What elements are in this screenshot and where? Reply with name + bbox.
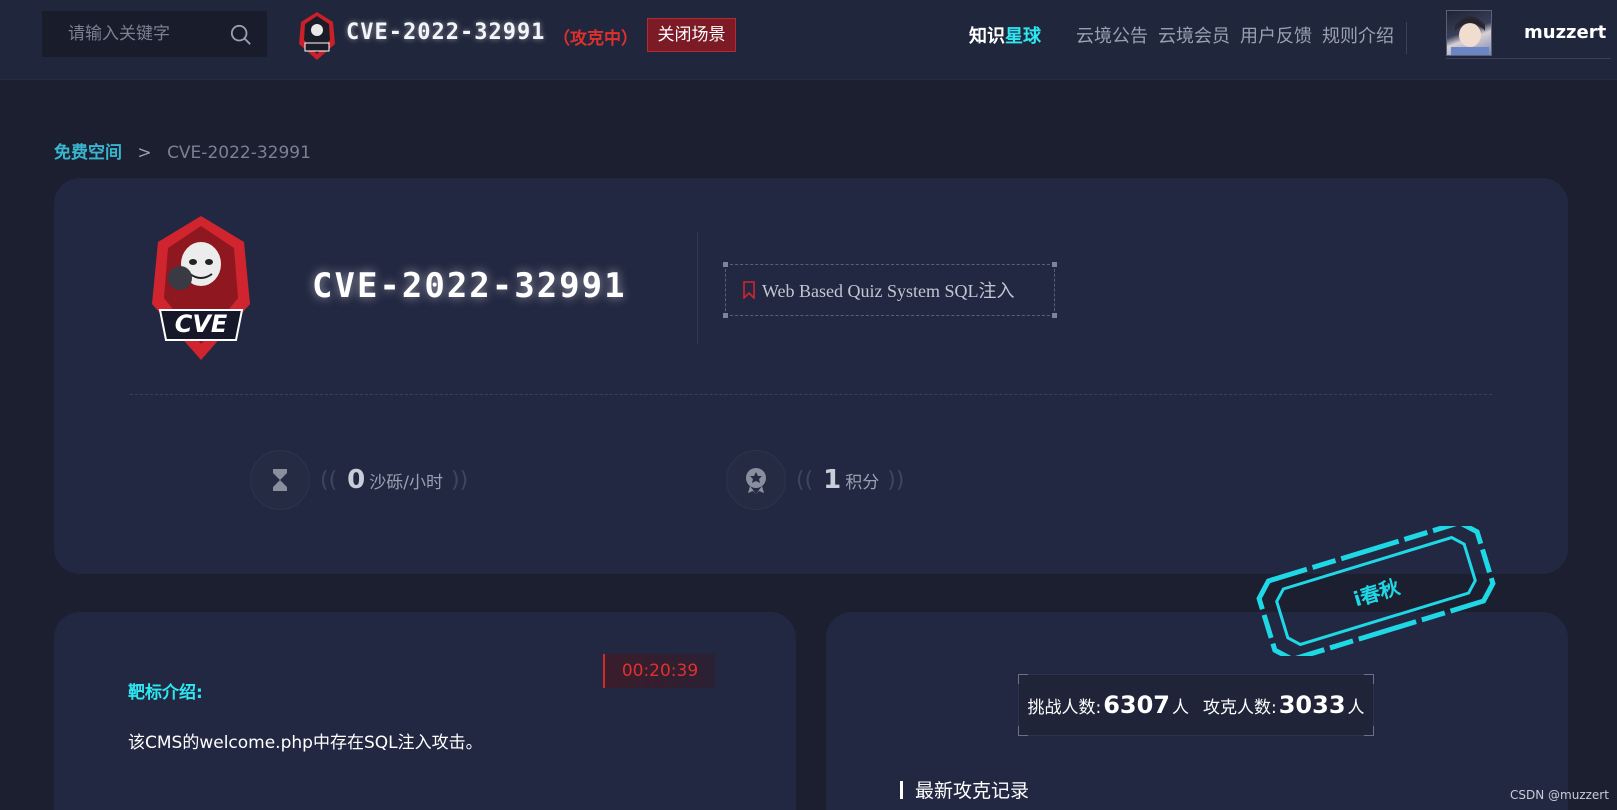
sand-value: 0	[347, 465, 366, 495]
target-info-card: 00:20:39 靶标介绍: 该CMS的welcome.php中存在SQL注入攻…	[54, 612, 796, 810]
csdn-watermark: CSDN @muzzert	[1510, 788, 1609, 802]
latest-records-heading: 最新攻克记录	[900, 776, 1029, 803]
cve-hacker-logo-icon: CVE	[152, 216, 250, 360]
solved-unit: 人	[1347, 697, 1365, 718]
vulnerability-tag: Web Based Quiz System SQL注入	[723, 262, 1057, 318]
avatar[interactable]	[1446, 10, 1492, 56]
vertical-divider	[697, 232, 698, 344]
paren-left: ((	[796, 467, 814, 493]
nav-feedback[interactable]: 用户反馈	[1240, 22, 1312, 48]
vulnerability-tag-text: Web Based Quiz System SQL注入	[762, 281, 1015, 301]
search-icon[interactable]	[230, 24, 252, 46]
nav-membership[interactable]: 云境会员	[1158, 22, 1230, 48]
cve-title: CVE-2022-32991	[312, 266, 627, 306]
nav-knowledge-label: 知识	[969, 26, 1005, 47]
challenge-count: 6307	[1103, 691, 1170, 719]
stat-sand-per-hour: (( 0 沙砾/小时 ))	[250, 450, 470, 510]
breadcrumb: 免费空间 > CVE-2022-32991	[54, 138, 311, 163]
points-value: 1	[823, 465, 842, 495]
nav-announcement[interactable]: 云境公告	[1076, 22, 1148, 48]
username[interactable]: muzzert	[1524, 22, 1606, 43]
breadcrumb-current: CVE-2022-32991	[167, 143, 311, 163]
ichunqiu-stamp-icon: i春秋	[1256, 526, 1496, 656]
nav-planet-label: 星球	[1005, 26, 1041, 47]
heading-bar	[900, 780, 903, 799]
challenge-unit: 人	[1172, 697, 1189, 718]
paren-right: ))	[451, 467, 469, 493]
top-header: CVE-2022-32991 （攻克中） 关闭场景 知识星球 云境公告 云境会员…	[0, 0, 1617, 80]
sand-unit: 沙砾/小时	[369, 472, 443, 493]
hourglass-icon	[250, 450, 310, 510]
nav-rules[interactable]: 规则介绍	[1322, 22, 1394, 48]
countdown-timer: 00:20:39	[603, 654, 715, 688]
user-underline	[1446, 58, 1611, 59]
solved-label: 攻克人数:	[1203, 697, 1277, 718]
paren-left: ((	[320, 467, 338, 493]
stamp-text: i春秋	[1351, 574, 1404, 611]
medal-icon	[726, 450, 786, 510]
bookmark-icon	[743, 281, 755, 299]
challenge-label: 挑战人数:	[1027, 697, 1102, 718]
stat-points: (( 1 积分 ))	[726, 450, 906, 510]
scene-info-card: CVE CVE-2022-32991 Web Based Quiz System…	[54, 178, 1568, 574]
cve-logo-text: CVE	[175, 310, 228, 338]
dashed-divider	[130, 394, 1492, 395]
nav-divider	[1406, 22, 1407, 54]
points-unit: 积分	[845, 472, 880, 493]
challenge-stats: 挑战人数: 6307 人 攻克人数: 3033 人	[1018, 674, 1374, 736]
nav-knowledge-planet[interactable]: 知识星球	[969, 22, 1041, 48]
target-intro-text: 该CMS的welcome.php中存在SQL注入攻击。	[128, 733, 483, 753]
cve-logo-icon	[299, 12, 335, 60]
avatar-image-icon	[1451, 16, 1489, 55]
solved-count: 3033	[1278, 691, 1346, 719]
latest-records-title: 最新攻克记录	[915, 780, 1030, 802]
scene-title: CVE-2022-32991	[346, 20, 546, 45]
breadcrumb-free-space[interactable]: 免费空间	[54, 143, 122, 163]
close-scene-button[interactable]: 关闭场景	[647, 18, 736, 52]
target-intro-label: 靶标介绍:	[128, 683, 203, 703]
chevron-right-icon: >	[137, 143, 152, 163]
search-input[interactable]	[42, 11, 222, 57]
paren-right: ))	[887, 467, 905, 493]
scene-status: （攻克中）	[553, 29, 638, 49]
